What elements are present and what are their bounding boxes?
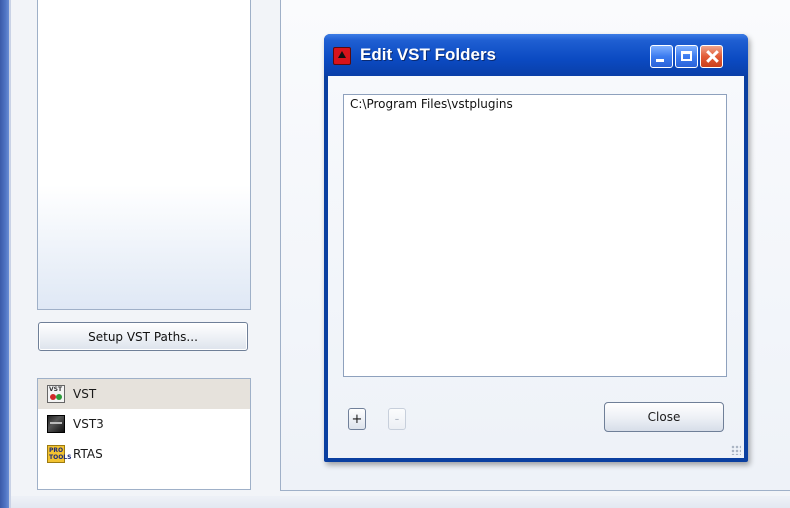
dialog-title: Edit VST Folders — [360, 45, 497, 64]
window-left-border — [0, 0, 9, 508]
plugin-type-list[interactable]: VST VST VST3 PRO TOOLS RTAS — [37, 378, 251, 490]
maximize-button[interactable] — [675, 45, 698, 68]
vst3-icon — [47, 415, 65, 433]
folder-item[interactable]: C:\Program Files\vstplugins — [344, 95, 726, 113]
plugin-type-label: VST3 — [73, 417, 104, 431]
plugin-list[interactable] — [37, 0, 251, 310]
app-icon — [333, 47, 351, 65]
add-folder-button[interactable]: + — [348, 408, 366, 430]
dialog-client-area: C:\Program Files\vstplugins + - Close — [328, 76, 744, 458]
dialog-titlebar[interactable]: Edit VST Folders — [324, 34, 748, 76]
plugin-type-rtas[interactable]: PRO TOOLS RTAS — [38, 439, 250, 469]
minimize-button[interactable] — [650, 45, 673, 68]
remove-folder-button: - — [388, 408, 406, 430]
plugin-type-vst3[interactable]: VST3 — [38, 409, 250, 439]
resize-grip-icon[interactable] — [731, 445, 741, 455]
vst-icon: VST — [47, 385, 65, 403]
edit-vst-folders-dialog: Edit VST Folders C:\Program Files\vstplu… — [324, 34, 748, 462]
window-bottom-band — [11, 496, 790, 508]
rtas-icon: PRO TOOLS — [47, 445, 72, 463]
plugin-type-vst[interactable]: VST VST — [38, 379, 250, 409]
plugin-type-label: RTAS — [73, 447, 103, 461]
folder-list[interactable]: C:\Program Files\vstplugins — [343, 94, 727, 377]
close-button[interactable]: Close — [604, 402, 724, 432]
close-window-button[interactable] — [700, 45, 723, 68]
plugin-type-label: VST — [73, 387, 97, 401]
window-left-edge — [9, 0, 11, 508]
setup-vst-paths-button[interactable]: Setup VST Paths... — [38, 322, 248, 351]
